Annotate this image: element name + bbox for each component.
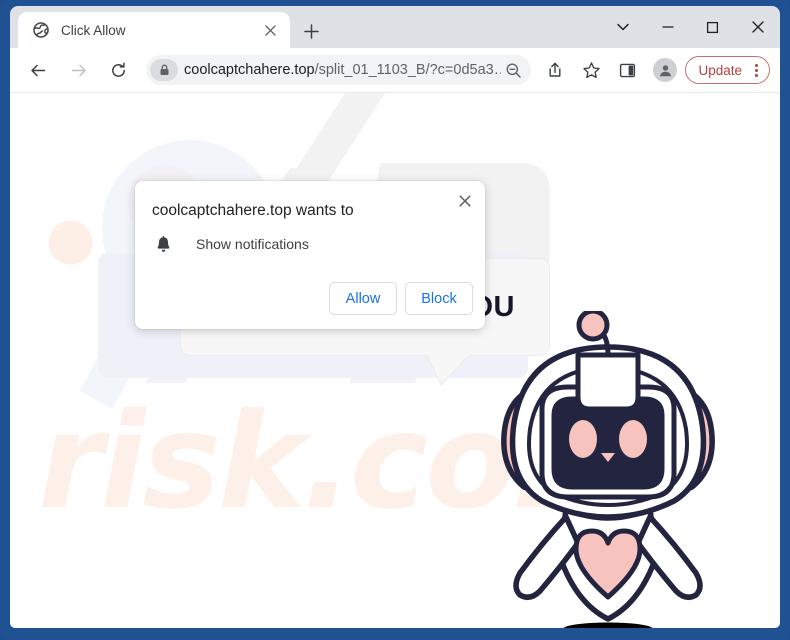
reload-button[interactable] [103,55,133,85]
update-button[interactable]: Update [685,56,770,84]
browser-toolbar: coolcaptchahere.top/split_01_1103_B/?c=0… [10,48,780,92]
close-icon[interactable] [453,189,477,213]
avatar[interactable] [653,58,678,82]
star-icon[interactable] [576,55,606,85]
forward-button[interactable] [63,55,93,85]
url-path: /split_01_1103_B/?c=0d5a3… [314,62,502,78]
title-bar: Click Allow [10,6,780,48]
bell-icon [152,233,174,255]
browser-window: Click Allow coolcaptchahere.top/split_01… [0,0,790,640]
close-icon[interactable] [260,20,280,40]
window-controls [600,6,780,48]
tab-click-allow[interactable]: Click Allow [18,12,290,48]
update-label: Update [698,62,742,78]
close-window-button[interactable] [735,6,780,48]
url-host: coolcaptchahere.top [184,62,315,78]
url-text: coolcaptchahere.top/split_01_1103_B/?c=0… [184,62,501,78]
dialog-buttons: Allow Block [329,282,473,315]
notification-permission-dialog: coolcaptchahere.top wants to Show notifi… [135,181,485,329]
permission-row: Show notifications [152,233,309,255]
tab-search-button[interactable] [600,6,645,48]
tab-title: Click Allow [61,22,126,38]
lock-icon[interactable] [150,59,178,81]
three-dot-menu-icon[interactable] [749,63,763,77]
globe-icon [32,22,49,39]
dialog-title: coolcaptchahere.top wants to [152,202,354,219]
speech-bubble-tail [426,353,471,386]
back-button[interactable] [23,55,53,85]
maximize-button[interactable] [690,6,735,48]
new-tab-button[interactable] [298,18,324,44]
allow-button[interactable]: Allow [329,282,397,315]
permission-label: Show notifications [196,236,309,252]
address-bar[interactable]: coolcaptchahere.top/split_01_1103_B/?c=0… [146,55,532,85]
side-panel-icon[interactable] [612,55,642,85]
block-button[interactable]: Block [405,282,473,315]
robot-mascot-icon [501,311,715,628]
page-viewport: YOU risk.com [10,92,780,628]
tab-strip: Click Allow [10,6,780,48]
zoom-out-icon[interactable] [501,58,525,82]
minimize-button[interactable] [645,6,690,48]
share-icon[interactable] [540,55,570,85]
